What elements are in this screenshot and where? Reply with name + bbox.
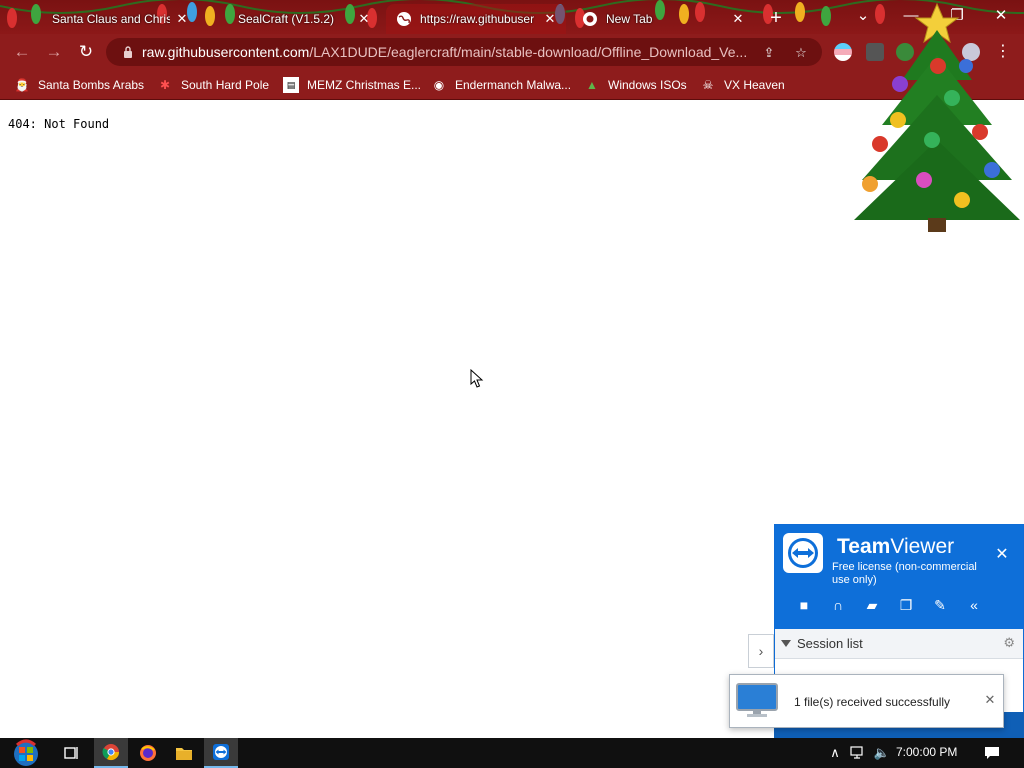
notification-close-button[interactable]: ✕ [983, 692, 997, 707]
reload-button[interactable]: ↻ [74, 40, 98, 64]
taskbar-clock[interactable]: 7:00:00 PM [896, 745, 957, 759]
start-button[interactable] [6, 738, 46, 768]
tab-sealcraft[interactable]: SealCraft (V1.5.2) ✕ [204, 4, 380, 34]
session-list-header[interactable]: Session list ⚙ [775, 629, 1023, 659]
arrow-right-icon: → [45, 42, 63, 61]
bookmark-endermanch-malware[interactable]: ◉ Endermanch Malwa... [431, 76, 571, 94]
tab-title: https://raw.githubuser [420, 12, 535, 26]
raccoon-icon: ◉ [433, 78, 445, 92]
tab-title: Santa Claus and Christ [52, 12, 170, 26]
taskbar-chrome[interactable] [94, 738, 128, 768]
task-view-button[interactable] [56, 738, 88, 768]
firefox-icon [140, 745, 156, 761]
chrome-icon [102, 744, 120, 761]
chrome-icon [583, 12, 597, 26]
bookmark-label: Endermanch Malwa... [455, 78, 572, 92]
bookmark-label: MEMZ Christmas E... [307, 78, 422, 92]
not-found-message: 404: Not Found [8, 117, 110, 131]
bookmark-label: VX Heaven [724, 78, 785, 92]
brush-icon[interactable]: ✎ [923, 595, 957, 615]
teamviewer-close-button[interactable]: ✕ [993, 545, 1011, 563]
action-center-icon[interactable] [980, 738, 1004, 768]
teamviewer-header: TeamViewer Free license (non-commercial … [775, 525, 1023, 629]
folder-icon [176, 748, 192, 760]
tab-new-tab[interactable]: New Tab ✕ [572, 4, 754, 34]
collapse-icon[interactable]: « [957, 595, 991, 615]
volume-icon[interactable]: 🔈 [872, 738, 892, 768]
files-icon[interactable]: ❐ [889, 595, 923, 615]
tab-close-icon[interactable]: ✕ [542, 11, 558, 27]
santa-icon: 🎅 [14, 78, 30, 92]
teamviewer-icon [213, 744, 229, 760]
tab-raw-githubusercontent[interactable]: https://raw.githubuser ✕ [386, 4, 566, 34]
site-favicon [214, 11, 230, 27]
tab-title: SealCraft (V1.5.2) [238, 12, 335, 26]
collapse-triangle-icon [781, 640, 791, 647]
file-received-notification: 1 file(s) received successfully ✕ [729, 674, 1004, 728]
forward-button[interactable]: → [42, 40, 66, 64]
brand-bold: Team [837, 535, 891, 558]
skull-icon: ☠ [702, 78, 714, 92]
desktop: Santa Claus and Christ ✕ SealCraft (V1.5… [0, 0, 1024, 768]
bookmark-south-hard-pole[interactable]: ✱ South Hard Pole [157, 76, 269, 94]
teamviewer-expand-button[interactable]: › [748, 634, 774, 668]
bookmark-vx-heaven[interactable]: ☠ VX Heaven [700, 76, 785, 94]
snowflake-icon: ✱ [159, 78, 171, 92]
tree-icon: ▲ [586, 78, 598, 92]
bookmark-santa-bombs-arabs[interactable]: 🎅 Santa Bombs Arabs [14, 76, 145, 94]
lock-icon[interactable] [118, 46, 138, 58]
teamviewer-brand: TeamViewer [837, 535, 954, 559]
bookmark-memz-christmas[interactable]: ▤ MEMZ Christmas E... [283, 76, 421, 94]
globe-icon [397, 12, 411, 26]
star-icon[interactable]: ☆ [792, 44, 810, 62]
monitor-icon [736, 683, 778, 717]
tab-close-icon[interactable]: ✕ [356, 11, 372, 27]
gear-icon[interactable]: ⚙ [1003, 635, 1015, 651]
url-text[interactable]: raw.githubusercontent.com/LAX1DUDE/eagle… [142, 44, 754, 60]
taskbar-file-explorer[interactable] [168, 738, 200, 768]
tab-santa-claus[interactable]: Santa Claus and Christ ✕ [18, 4, 198, 34]
christmas-tree-decoration [854, 2, 1020, 232]
bookmark-label: Windows ISOs [608, 78, 687, 92]
headset-icon[interactable]: ∩ [821, 595, 855, 615]
url-path: /LAX1DUDE/eaglercraft/main/stable-downlo… [309, 44, 748, 60]
url-host: raw.githubusercontent.com [142, 44, 310, 60]
notification-message: 1 file(s) received successfully [794, 695, 951, 709]
arrow-left-icon: ← [13, 42, 31, 61]
chat-icon[interactable]: ▰ [855, 595, 889, 615]
new-tab-button[interactable]: + [764, 6, 788, 30]
back-button[interactable]: ← [10, 40, 34, 64]
taskbar-firefox[interactable] [132, 738, 164, 768]
share-icon[interactable]: ⇪ [760, 44, 778, 62]
network-icon[interactable] [848, 738, 868, 768]
tab-close-icon[interactable]: ✕ [174, 11, 190, 27]
bookmark-label: South Hard Pole [181, 78, 270, 92]
show-hidden-icons-button[interactable]: ∧ [826, 738, 844, 768]
video-icon[interactable]: ■ [787, 595, 821, 615]
mouse-cursor-icon [470, 369, 484, 388]
page-icon: ▤ [283, 77, 299, 93]
windows-logo-icon [14, 739, 38, 766]
license-text: Free license (non-commercial use only) [832, 561, 977, 586]
bookmark-label: Santa Bombs Arabs [38, 78, 145, 92]
tab-close-icon[interactable]: ✕ [730, 11, 746, 27]
teamviewer-toolbar: ■ ∩ ▰ ❐ ✎ « [787, 595, 991, 615]
address-bar[interactable]: raw.githubusercontent.com/LAX1DUDE/eagle… [106, 38, 822, 66]
teamviewer-logo-icon [783, 533, 823, 573]
bookmark-windows-isos[interactable]: ▲ Windows ISOs [584, 76, 687, 94]
task-view-icon [64, 747, 78, 759]
taskbar-teamviewer[interactable] [204, 738, 238, 768]
site-favicon [28, 11, 44, 27]
reload-icon: ↻ [78, 42, 94, 61]
windows-taskbar: ∧ 🔈 7:00:00 PM [0, 738, 1024, 768]
tab-title: New Tab [606, 12, 653, 26]
brand-light: Viewer [890, 535, 955, 558]
session-list-label: Session list [797, 636, 863, 651]
